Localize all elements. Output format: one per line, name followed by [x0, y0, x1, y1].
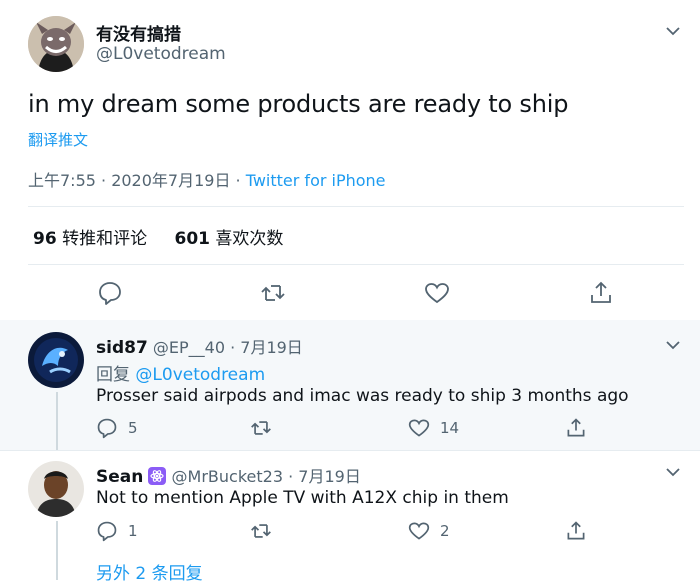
reply-header: Sean @MrBucket23 · 7月19日 [96, 463, 361, 487]
retweets-stat[interactable]: 96 转推和评论 [33, 229, 169, 249]
divider [28, 264, 684, 265]
atom-icon [148, 467, 167, 485]
reply-text: Not to mention Apple TV with A12X chip i… [96, 488, 509, 508]
share-icon[interactable] [588, 280, 614, 306]
translate-link[interactable]: 翻译推文 [28, 129, 88, 150]
chevron-down-icon[interactable] [664, 463, 682, 481]
like-icon[interactable] [424, 280, 450, 306]
like-count: 2 [440, 522, 450, 540]
reply-date[interactable]: · 7月19日 [225, 338, 303, 357]
thread-line [56, 521, 58, 580]
reply-to-line: 回复 @L0vetodream [96, 360, 265, 385]
reply-author-handle[interactable]: @MrBucket23 [172, 467, 283, 486]
reply-date[interactable]: · 7月19日 [283, 467, 361, 486]
likes-stat[interactable]: 601 喜欢次数 [174, 229, 305, 249]
reply-tweet[interactable]: Sean @MrBucket23 · 7月19日 Not to mention … [0, 451, 700, 584]
show-more-replies-link[interactable]: 另外 2 条回复 [96, 559, 203, 584]
like-count: 14 [440, 419, 460, 437]
tweet-text: in my dream some products are ready to s… [28, 90, 569, 118]
tweet-stats: 96 转推和评论 601 喜欢次数 [33, 224, 305, 249]
share-icon[interactable] [565, 520, 587, 542]
tweet-meta: 上午7:55 · 2020年7月19日 · Twitter for iPhone [28, 167, 386, 191]
reply-icon[interactable] [96, 417, 118, 439]
reply-count: 1 [128, 522, 138, 540]
reply-author-handle[interactable]: @EP__40 [153, 338, 225, 357]
thread-line [56, 392, 58, 450]
reply-icon[interactable] [96, 520, 118, 542]
retweet-icon[interactable] [250, 417, 272, 439]
divider [28, 206, 684, 207]
reply-author-name[interactable]: Sean [96, 467, 143, 487]
tweet-time[interactable]: 上午7:55 · 2020年7月19日 · [28, 171, 246, 190]
reply-prefix: 回复 [96, 365, 136, 385]
reply-icon[interactable] [97, 280, 123, 306]
reply-header: sid87 @EP__40 · 7月19日 [96, 334, 303, 358]
reply-author-name[interactable]: sid87 [96, 338, 148, 358]
tweet-source[interactable]: Twitter for iPhone [246, 171, 386, 190]
chevron-down-icon[interactable] [664, 22, 682, 40]
retweet-icon[interactable] [260, 280, 286, 306]
author-name[interactable]: 有没有搞措 [96, 20, 181, 45]
reply-to-handle[interactable]: @L0vetodream [135, 365, 265, 385]
like-icon[interactable] [408, 417, 430, 439]
author-handle[interactable]: @L0vetodream [96, 44, 226, 64]
reply-count: 5 [128, 419, 138, 437]
reply-avatar[interactable] [28, 461, 84, 517]
share-icon[interactable] [565, 417, 587, 439]
reply-text: Prosser said airpods and imac was ready … [96, 386, 629, 406]
reply-tweet[interactable]: sid87 @EP__40 · 7月19日 回复 @L0vetodream Pr… [0, 320, 700, 450]
retweet-icon[interactable] [250, 520, 272, 542]
author-avatar[interactable] [28, 16, 84, 72]
reply-avatar[interactable] [28, 332, 84, 388]
like-icon[interactable] [408, 520, 430, 542]
chevron-down-icon[interactable] [664, 336, 682, 354]
